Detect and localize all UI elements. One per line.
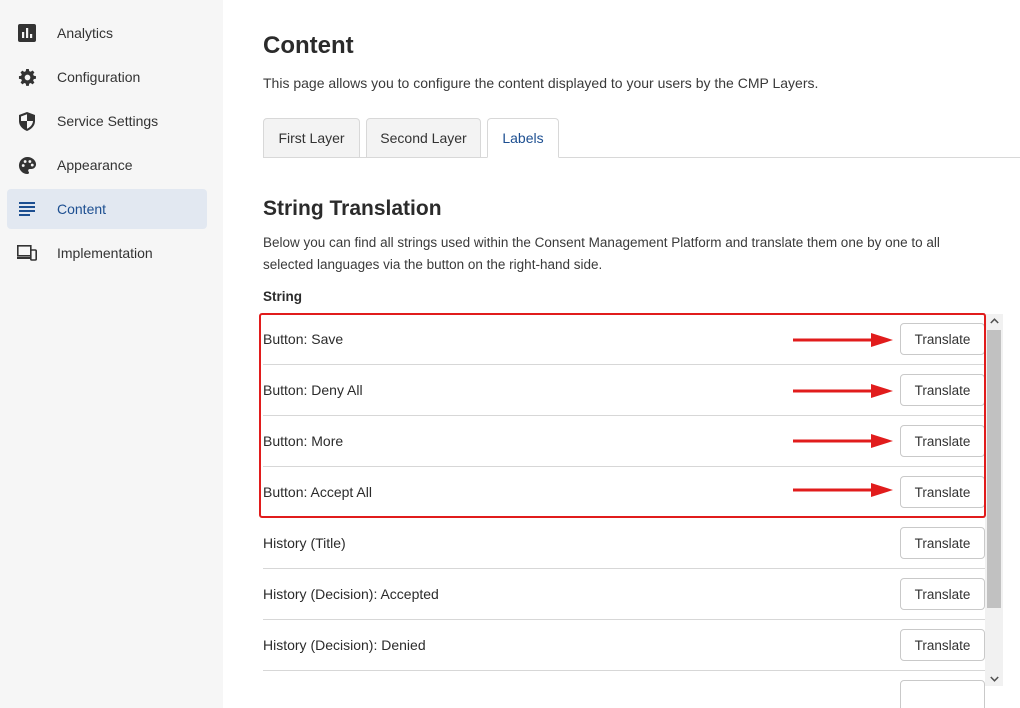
table-row: History (Decision): Accepted Translate: [263, 569, 985, 620]
sidebar: Analytics Configuration Service Settings…: [0, 0, 223, 708]
translate-button[interactable]: Translate: [900, 374, 985, 406]
sidebar-item-label: Content: [57, 201, 107, 217]
scroll-up-arrow-icon[interactable]: [985, 314, 1003, 328]
table-row: Button: Save Translate: [263, 314, 985, 365]
scrollbar-thumb[interactable]: [987, 330, 1001, 608]
table-row: Button: Accept All Translate: [263, 467, 985, 518]
sidebar-item-appearance[interactable]: Appearance: [7, 145, 207, 185]
tab-first-layer[interactable]: First Layer: [263, 118, 360, 158]
table-row: [263, 671, 985, 708]
row-label: Button: More: [263, 433, 344, 449]
table-row: History (Title) Translate: [263, 518, 985, 569]
translate-button[interactable]: Translate: [900, 629, 985, 661]
table-row: Button: More Translate: [263, 416, 985, 467]
translate-button[interactable]: Translate: [900, 323, 985, 355]
sidebar-item-label: Implementation: [57, 245, 153, 261]
row-label: History (Title): [263, 535, 346, 551]
devices-icon: [17, 243, 37, 263]
translate-button[interactable]: Translate: [900, 527, 985, 559]
tab-labels[interactable]: Labels: [487, 118, 559, 158]
row-label: History (Decision): Denied: [263, 637, 426, 653]
sidebar-item-content[interactable]: Content: [7, 189, 207, 229]
string-table: Button: Save Translate Button: Deny All …: [263, 314, 1003, 708]
sidebar-item-analytics[interactable]: Analytics: [7, 13, 207, 53]
sidebar-item-configuration[interactable]: Configuration: [7, 57, 207, 97]
text-lines-icon: [17, 199, 37, 219]
section-title: String Translation: [263, 197, 442, 220]
table-row: History (Decision): Denied Translate: [263, 620, 985, 671]
tab-second-layer[interactable]: Second Layer: [366, 118, 481, 158]
row-label: Button: Save: [263, 331, 344, 347]
section-description: Below you can find all strings used with…: [263, 235, 940, 272]
sidebar-item-label: Appearance: [57, 157, 133, 173]
table-row: Button: Deny All Translate: [263, 365, 985, 416]
translate-button[interactable]: Translate: [900, 578, 985, 610]
translate-button[interactable]: Translate: [900, 476, 985, 508]
page-title: Content: [263, 32, 354, 59]
sidebar-item-label: Configuration: [57, 69, 141, 85]
sidebar-item-service-settings[interactable]: Service Settings: [7, 101, 207, 141]
shield-icon: [17, 111, 37, 131]
table-scrollbar[interactable]: [985, 314, 1003, 686]
row-label: Button: Deny All: [263, 382, 363, 398]
bar-chart-icon: [17, 23, 37, 43]
translate-button[interactable]: [900, 680, 985, 708]
translate-button[interactable]: Translate: [900, 425, 985, 457]
sidebar-item-label: Service Settings: [57, 113, 159, 129]
sidebar-item-implementation[interactable]: Implementation: [7, 233, 207, 273]
palette-icon: [17, 155, 37, 175]
gear-icon: [17, 67, 37, 87]
sidebar-item-label: Analytics: [57, 25, 114, 41]
row-label: Button: Accept All: [263, 484, 372, 500]
row-label: History (Decision): Accepted: [263, 586, 439, 602]
page-description: This page allows you to configure the co…: [263, 75, 819, 91]
column-header-string: String: [263, 289, 302, 304]
scroll-down-arrow-icon[interactable]: [985, 672, 1003, 686]
